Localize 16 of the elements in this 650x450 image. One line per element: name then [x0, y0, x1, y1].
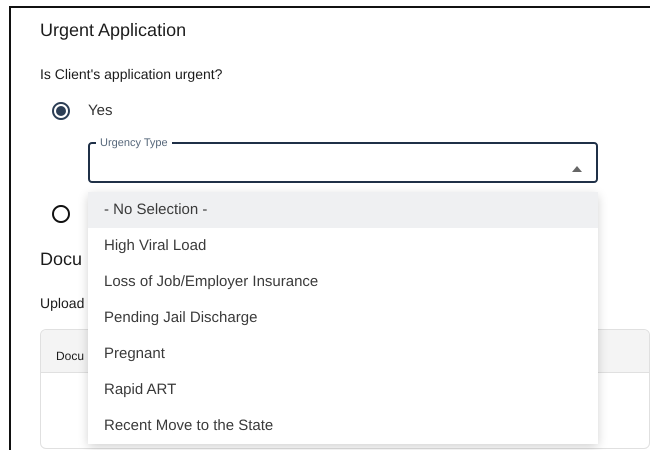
dropdown-option[interactable]: Loss of Job/Employer Insurance	[88, 264, 598, 300]
dropdown-option[interactable]: Recent Move to the State	[88, 408, 598, 444]
dropdown-option[interactable]: Rapid ART	[88, 372, 598, 408]
question-text: Is Client's application urgent?	[40, 65, 224, 84]
radio-label[interactable]: Yes	[88, 100, 112, 122]
section-title: Urgent Application	[40, 19, 188, 42]
dropdown-option[interactable]: Pregnant	[88, 336, 598, 372]
dropdown-option[interactable]: Pending Jail Discharge	[88, 300, 598, 336]
radio-button[interactable]	[52, 102, 70, 120]
urgency-type-select[interactable]: Urgency Type	[88, 136, 598, 183]
description-text: Upload	[40, 294, 86, 313]
column-header: Docu	[56, 348, 84, 364]
section-title: Docu	[40, 248, 84, 271]
radio-button[interactable]	[52, 205, 70, 223]
dropdown-option[interactable]: High Viral Load	[88, 228, 598, 264]
dropdown-option[interactable]: - No Selection -	[88, 192, 598, 228]
